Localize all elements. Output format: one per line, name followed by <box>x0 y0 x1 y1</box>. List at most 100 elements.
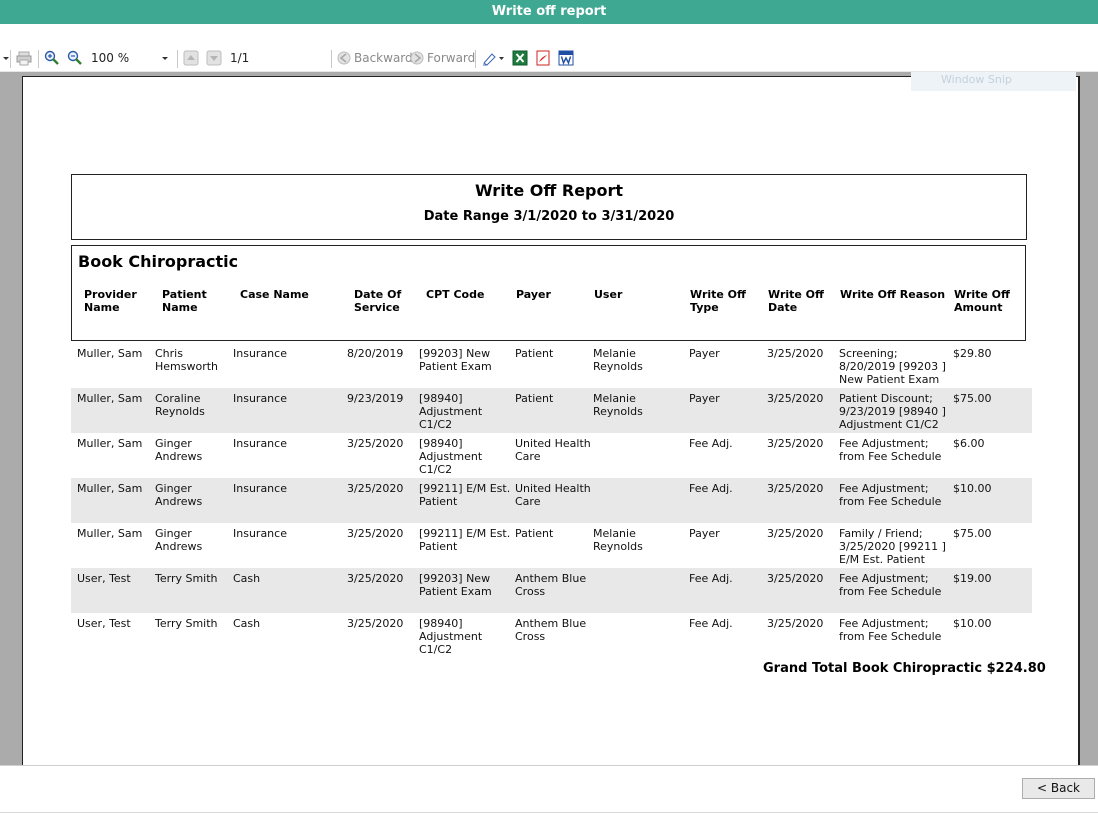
table-cell: 3/25/2020 <box>347 437 404 450</box>
table-cell: Fee Adj. <box>689 482 733 495</box>
table-cell: User, Test <box>77 572 131 585</box>
print-icon[interactable] <box>16 50 32 66</box>
table-cell: Fee Adjustment; from Fee Schedule <box>839 572 942 598</box>
table-cell: Terry Smith <box>155 617 218 630</box>
table-cell: Patient <box>515 527 554 540</box>
back-button[interactable]: < Back <box>1022 778 1095 799</box>
table-cell: United Health Care <box>515 437 591 463</box>
table-cell: Melanie Reynolds <box>593 392 643 418</box>
toolbar-separator <box>177 50 178 68</box>
table-cell: [98940] Adjustment C1/C2 <box>419 392 483 431</box>
table-cell: Insurance <box>233 482 287 495</box>
pen-icon[interactable] <box>481 50 505 66</box>
page-down-icon[interactable] <box>206 50 222 66</box>
group-title: Book Chiropractic <box>78 252 239 271</box>
table-cell: Insurance <box>233 437 287 450</box>
table-cell: [99203] New Patient Exam <box>419 347 492 373</box>
table-cell: Melanie Reynolds <box>593 527 643 553</box>
table-cell: Fee Adj. <box>689 617 733 630</box>
table-cell: Patient <box>515 392 554 405</box>
table-row: Muller, Sam Ginger Andrews Insurance 3/25/20… <box>71 523 1032 568</box>
table-cell: 8/20/2019 <box>347 347 404 360</box>
table-cell: Anthem Blue Cross <box>515 617 587 643</box>
table-cell: $29.80 <box>953 347 992 360</box>
column-header: Write Off Type <box>690 288 746 314</box>
footer-bar: < Back <box>0 765 1098 813</box>
table-cell: Cash <box>233 617 261 630</box>
forward-button[interactable]: Forward <box>409 50 475 66</box>
table-cell: Fee Adj. <box>689 437 733 450</box>
table-cell: Family / Friend; 3/25/2020 [99211 ] E/M Es… <box>839 527 946 566</box>
toolbar-separator <box>38 50 39 68</box>
table-cell: Insurance <box>233 527 287 540</box>
forward-history-icon <box>410 51 424 65</box>
page-up-icon[interactable] <box>183 50 199 66</box>
excel-icon[interactable] <box>512 50 528 66</box>
table-row: Muller, Sam Ginger Andrews Insurance 3/25/20… <box>71 478 1032 523</box>
table-cell: 3/25/2020 <box>767 437 824 450</box>
table-cell: $19.00 <box>953 572 992 585</box>
table-row: Muller, Sam Chris Hemsworth Insurance 8/20/2… <box>71 343 1032 388</box>
table-cell: Ginger Andrews <box>155 482 203 508</box>
column-header: CPT Code <box>426 288 485 301</box>
report-header: Write Off Report Date Range 3/1/2020 to … <box>71 174 1027 240</box>
column-header: Provider Name <box>84 288 137 314</box>
table-cell: 3/25/2020 <box>767 392 824 405</box>
table-cell: Muller, Sam <box>77 392 143 405</box>
table-cell: 3/25/2020 <box>767 482 824 495</box>
table-cell: 3/25/2020 <box>767 347 824 360</box>
table-cell: Muller, Sam <box>77 482 143 495</box>
backward-button[interactable]: Backward <box>336 50 413 66</box>
table-row: User, Test Terry Smith Cash 3/25/2020 [99203… <box>71 568 1032 613</box>
table-cell: United Health Care <box>515 482 591 508</box>
date-range: Date Range 3/1/2020 to 3/31/2020 <box>423 209 675 224</box>
table-cell: 3/25/2020 <box>767 617 824 630</box>
group-header: Book Chiropractic Provider Name Patient Nam… <box>71 245 1026 341</box>
table-cell: [98940] Adjustment C1/C2 <box>419 437 483 476</box>
column-header: Write Off Date <box>768 288 824 314</box>
table-row: User, Test Terry Smith Cash 3/25/2020 [98940… <box>71 613 1032 658</box>
table-cell: Fee Adjustment; from Fee Schedule <box>839 437 942 463</box>
table-cell: Terry Smith <box>155 572 218 585</box>
pdf-icon[interactable] <box>535 50 551 66</box>
zoom-select[interactable]: 100 % <box>91 50 171 66</box>
table-cell: Ginger Andrews <box>155 527 203 553</box>
report-rows: Muller, Sam Chris Hemsworth Insurance 8/20/2… <box>71 343 1032 658</box>
table-cell: 3/25/2020 <box>347 527 404 540</box>
zoom-in-icon[interactable] <box>44 50 60 66</box>
table-cell: Screening; 8/20/2019 [99203 ] New Patient … <box>839 347 946 386</box>
table-cell: Muller, Sam <box>77 437 143 450</box>
table-cell: Payer <box>689 347 720 360</box>
column-header: Write Off Reason <box>840 288 946 301</box>
table-cell: Ginger Andrews <box>155 437 203 463</box>
word-icon[interactable] <box>558 50 574 66</box>
table-cell: Chris Hemsworth <box>155 347 219 373</box>
table-cell: 3/25/2020 <box>767 527 824 540</box>
table-cell: [99211] E/M Est. Patient <box>419 527 511 553</box>
table-cell: Cash <box>233 572 261 585</box>
zoom-out-icon[interactable] <box>67 50 83 66</box>
table-cell: Patient Discount; 9/23/2019 [98940 ] Adjus… <box>839 392 946 431</box>
table-cell: $10.00 <box>953 482 992 495</box>
table-cell: Muller, Sam <box>77 347 143 360</box>
table-cell: 3/25/2020 <box>767 572 824 585</box>
window-title: Write off report <box>491 4 607 19</box>
table-cell: Coraline Reynolds <box>155 392 205 418</box>
table-cell: Muller, Sam <box>77 527 143 540</box>
report-title: Write Off Report <box>474 181 624 200</box>
report-toolbar: 100 % 1/1 Backward Forward <box>0 44 1098 72</box>
toolbar-separator <box>475 50 476 68</box>
table-row: Muller, Sam Ginger Andrews Insurance 3/25/20… <box>71 433 1032 478</box>
table-cell: 9/23/2019 <box>347 392 404 405</box>
column-header: Payer <box>516 288 551 301</box>
column-header: Date Of Service <box>354 288 402 314</box>
report-viewer[interactable]: Write Off Report Date Range 3/1/2020 to … <box>0 72 1098 765</box>
back-history-icon <box>337 51 351 65</box>
dropdown-arrow-icon[interactable] <box>2 50 10 66</box>
table-cell: Payer <box>689 527 720 540</box>
table-cell: 3/25/2020 <box>347 572 404 585</box>
table-cell: Fee Adjustment; from Fee Schedule <box>839 617 942 643</box>
window-snip-ghost: Window Snip <box>911 72 1076 91</box>
table-cell: User, Test <box>77 617 131 630</box>
table-cell: [98940] Adjustment C1/C2 <box>419 617 483 656</box>
